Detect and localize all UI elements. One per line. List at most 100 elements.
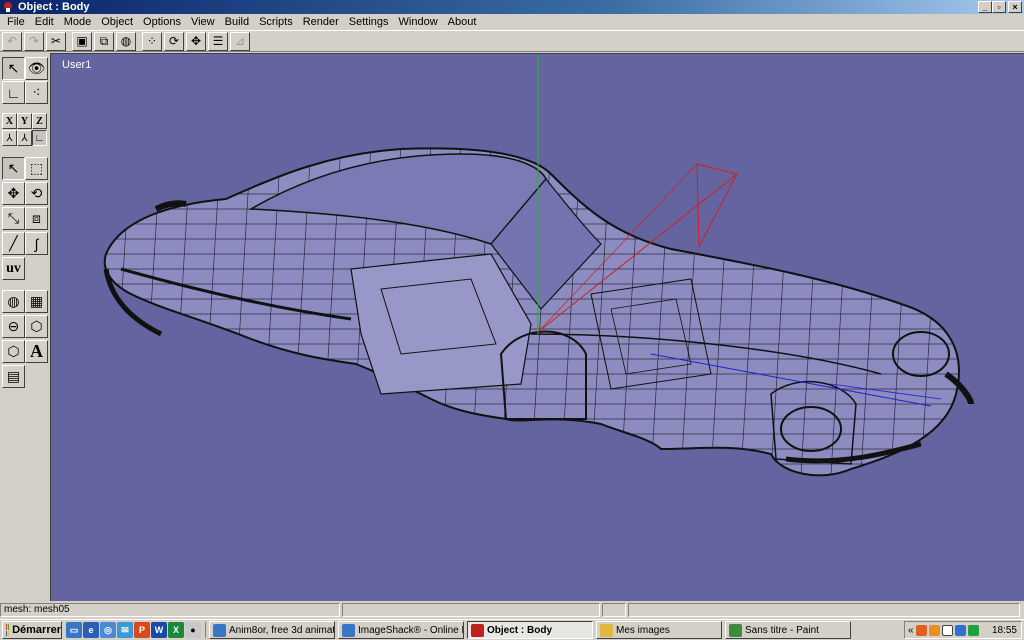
axis-y-toggle[interactable]: Y bbox=[17, 113, 32, 129]
menu-render[interactable]: Render bbox=[298, 14, 344, 30]
uv-tool-button[interactable]: uv bbox=[2, 257, 25, 280]
move-icon: ✥ bbox=[7, 185, 20, 201]
media-icon[interactable]: ◎ bbox=[100, 622, 116, 638]
scale-tool-button[interactable]: ⤡ bbox=[2, 207, 25, 230]
menu-settings[interactable]: Settings bbox=[344, 14, 394, 30]
panda-icon[interactable]: ● bbox=[185, 622, 201, 638]
single-view-icon: ▣ bbox=[76, 34, 88, 48]
firewall-icon[interactable] bbox=[915, 624, 927, 636]
chart-button[interactable]: ⊿ bbox=[230, 31, 250, 51]
list-button[interactable]: ☰ bbox=[208, 31, 228, 51]
scale-icon: ⤡ bbox=[7, 210, 20, 226]
menu-edit[interactable]: Edit bbox=[30, 14, 59, 30]
menu-mode[interactable]: Mode bbox=[59, 14, 97, 30]
clock[interactable]: 18:55 bbox=[992, 625, 1017, 636]
start-button[interactable]: Démarrer bbox=[2, 621, 62, 639]
menu-object[interactable]: Object bbox=[96, 14, 138, 30]
geosphere-button[interactable]: ⬡ bbox=[25, 315, 48, 338]
polygon-button[interactable]: ⬡ bbox=[2, 340, 25, 363]
view-eye-button[interactable]: 👁 bbox=[25, 57, 48, 80]
menu-window[interactable]: Window bbox=[394, 14, 443, 30]
powerpoint-icon[interactable]: P bbox=[134, 622, 150, 638]
arrow-select-button[interactable]: ↖ bbox=[2, 57, 25, 80]
grid-button[interactable]: ▤ bbox=[2, 365, 25, 388]
world-axes-icon: ⅄ bbox=[6, 132, 13, 144]
redo-button[interactable]: ↷ bbox=[24, 31, 44, 51]
menu-file[interactable]: File bbox=[2, 14, 30, 30]
tool-palette: ↖ 👁 ∟ ⁖ X Y Z ⅄ ⅄ ∟ ↖ ⬚ ✥ ⟲ ⤡ ⧈ ╱ ∫ uv ◍… bbox=[0, 53, 50, 601]
select-tool-button[interactable]: ↖ bbox=[2, 157, 25, 180]
text-tool-button[interactable]: A bbox=[25, 340, 48, 363]
non-uniform-scale-button[interactable]: ⧈ bbox=[25, 207, 48, 230]
globe-view-button[interactable]: ◍ bbox=[116, 31, 136, 51]
menu-options[interactable]: Options bbox=[138, 14, 186, 30]
menu-view[interactable]: View bbox=[186, 14, 220, 30]
hexagon-icon: ⬡ bbox=[7, 343, 20, 359]
viewport-3d[interactable]: User1 bbox=[50, 53, 1024, 601]
volume-icon[interactable] bbox=[928, 624, 940, 636]
coord-world-button[interactable]: ⅄ bbox=[2, 130, 17, 146]
folder-icon bbox=[600, 623, 613, 637]
tray-expand-button[interactable]: « bbox=[908, 625, 914, 636]
desktop-icon[interactable]: ▭ bbox=[66, 622, 82, 638]
coord-screen-button[interactable]: ∟ bbox=[32, 130, 47, 146]
sphere-icon: ◍ bbox=[7, 293, 20, 309]
excel-icon[interactable]: X bbox=[168, 622, 184, 638]
four-views-icon: ⧉ bbox=[99, 33, 109, 48]
status-pane-4 bbox=[628, 603, 1020, 617]
network-icon[interactable] bbox=[954, 624, 966, 636]
axis-icon: ∟ bbox=[6, 84, 21, 101]
security-icon[interactable] bbox=[967, 624, 979, 636]
menu-about[interactable]: About bbox=[443, 14, 482, 30]
window-controls: _ ▫ × bbox=[978, 1, 1022, 13]
points-mode-button[interactable]: ⁘ bbox=[142, 31, 162, 51]
browser-icon bbox=[342, 623, 355, 637]
minimize-button[interactable]: _ bbox=[978, 1, 992, 13]
messenger-icon[interactable]: ✉ bbox=[117, 622, 133, 638]
spline-tool-button[interactable]: ∫ bbox=[25, 232, 48, 255]
cube-icon: ▦ bbox=[29, 293, 44, 309]
axis-z-toggle[interactable]: Z bbox=[32, 113, 47, 129]
rotate-tool-button[interactable]: ⟲ bbox=[25, 182, 48, 205]
anim8or-app-icon[interactable] bbox=[2, 1, 14, 13]
task-object-body[interactable]: Object : Body bbox=[467, 621, 593, 639]
task-imageshack[interactable]: ImageShack® - Online M... bbox=[338, 621, 464, 639]
points-button[interactable]: ⁖ bbox=[25, 81, 48, 104]
sphere-button[interactable]: ◍ bbox=[2, 290, 25, 313]
move-button[interactable]: ✥ bbox=[186, 31, 206, 51]
scissors-icon: ✂ bbox=[50, 34, 62, 48]
menu-build[interactable]: Build bbox=[220, 14, 254, 30]
single-view-button[interactable]: ▣ bbox=[72, 31, 92, 51]
task-anim8or-browser[interactable]: Anim8or, free 3d animatio... bbox=[209, 621, 335, 639]
rotate-button[interactable]: ⟳ bbox=[164, 31, 184, 51]
menu-scripts[interactable]: Scripts bbox=[254, 14, 298, 30]
task-mes-images[interactable]: Mes images bbox=[596, 621, 722, 639]
drag-select-button[interactable]: ⬚ bbox=[25, 157, 48, 180]
start-label: Démarrer bbox=[12, 624, 61, 636]
undo-button[interactable]: ↶ bbox=[2, 31, 22, 51]
dashed-rect-icon: ⬚ bbox=[29, 160, 44, 176]
status-mesh: mesh: mesh05 bbox=[0, 603, 340, 617]
panda-tray-icon[interactable] bbox=[941, 624, 953, 636]
system-tray: « 18:55 bbox=[904, 621, 1022, 639]
cut-button[interactable]: ✂ bbox=[46, 31, 66, 51]
restore-button[interactable]: ▫ bbox=[992, 1, 1006, 13]
word-icon[interactable]: W bbox=[151, 622, 167, 638]
cylinder-button[interactable]: ⊖ bbox=[2, 315, 25, 338]
browser-icon[interactable]: e bbox=[83, 622, 99, 638]
close-button[interactable]: × bbox=[1008, 1, 1022, 13]
axis-button[interactable]: ∟ bbox=[2, 81, 25, 104]
four-views-button[interactable]: ⧉ bbox=[94, 31, 114, 51]
move-tool-button[interactable]: ✥ bbox=[2, 182, 25, 205]
scale-shapes-icon: ⧈ bbox=[32, 210, 41, 226]
cylinder-icon: ⊖ bbox=[7, 318, 20, 334]
cube-button[interactable]: ▦ bbox=[25, 290, 48, 313]
axis-x-toggle[interactable]: X bbox=[2, 113, 17, 129]
task-paint[interactable]: Sans titre - Paint bbox=[725, 621, 851, 639]
coord-object-button[interactable]: ⅄ bbox=[17, 130, 32, 146]
line-tool-button[interactable]: ╱ bbox=[2, 232, 25, 255]
grid-icon: ▤ bbox=[6, 368, 21, 384]
menu-bar: File Edit Mode Object Options View Build… bbox=[0, 14, 1024, 30]
geosphere-icon: ⬡ bbox=[30, 318, 43, 334]
status-bar: mesh: mesh05 bbox=[0, 602, 1024, 618]
